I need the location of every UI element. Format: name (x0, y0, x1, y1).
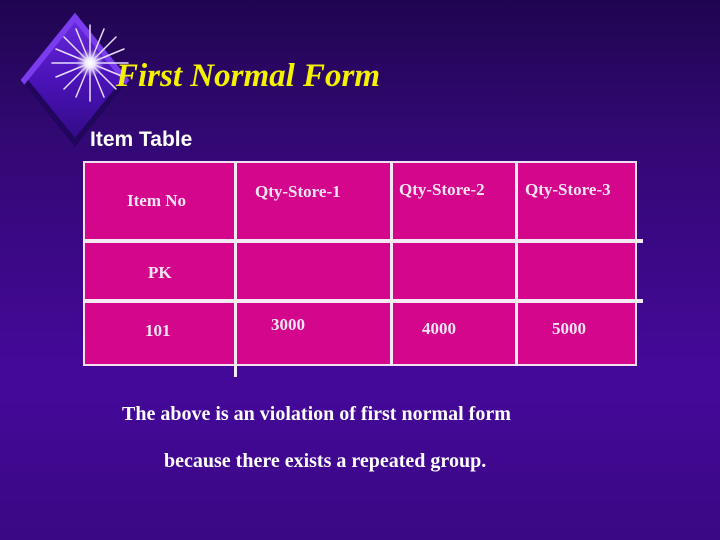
row-divider (83, 239, 643, 243)
table-caption: Item Table (90, 128, 193, 151)
column-divider (515, 161, 518, 366)
row-divider (83, 299, 643, 303)
slide-title: First Normal Form (116, 58, 381, 94)
note-line-2: because there exists a repeated group. (164, 450, 487, 472)
header-qty-store-1: Qty-Store-1 (255, 182, 341, 201)
item-table: Item No Qty-Store-1 Qty-Store-2 Qty-Stor… (83, 161, 643, 377)
cell-qty-store-1: 3000 (271, 315, 305, 334)
note-line-1: The above is an violation of first norma… (122, 403, 511, 425)
cell-qty-store-2: 4000 (422, 319, 456, 338)
header-qty-store-3: Qty-Store-3 (525, 180, 611, 199)
cell-pk: PK (148, 263, 172, 282)
cell-qty-store-3: 5000 (552, 319, 586, 338)
column-divider (234, 162, 237, 377)
header-item-no: Item No (127, 191, 187, 210)
column-divider (390, 161, 393, 366)
cell-item-no-101: 101 (145, 321, 171, 340)
header-qty-store-2: Qty-Store-2 (399, 180, 485, 199)
